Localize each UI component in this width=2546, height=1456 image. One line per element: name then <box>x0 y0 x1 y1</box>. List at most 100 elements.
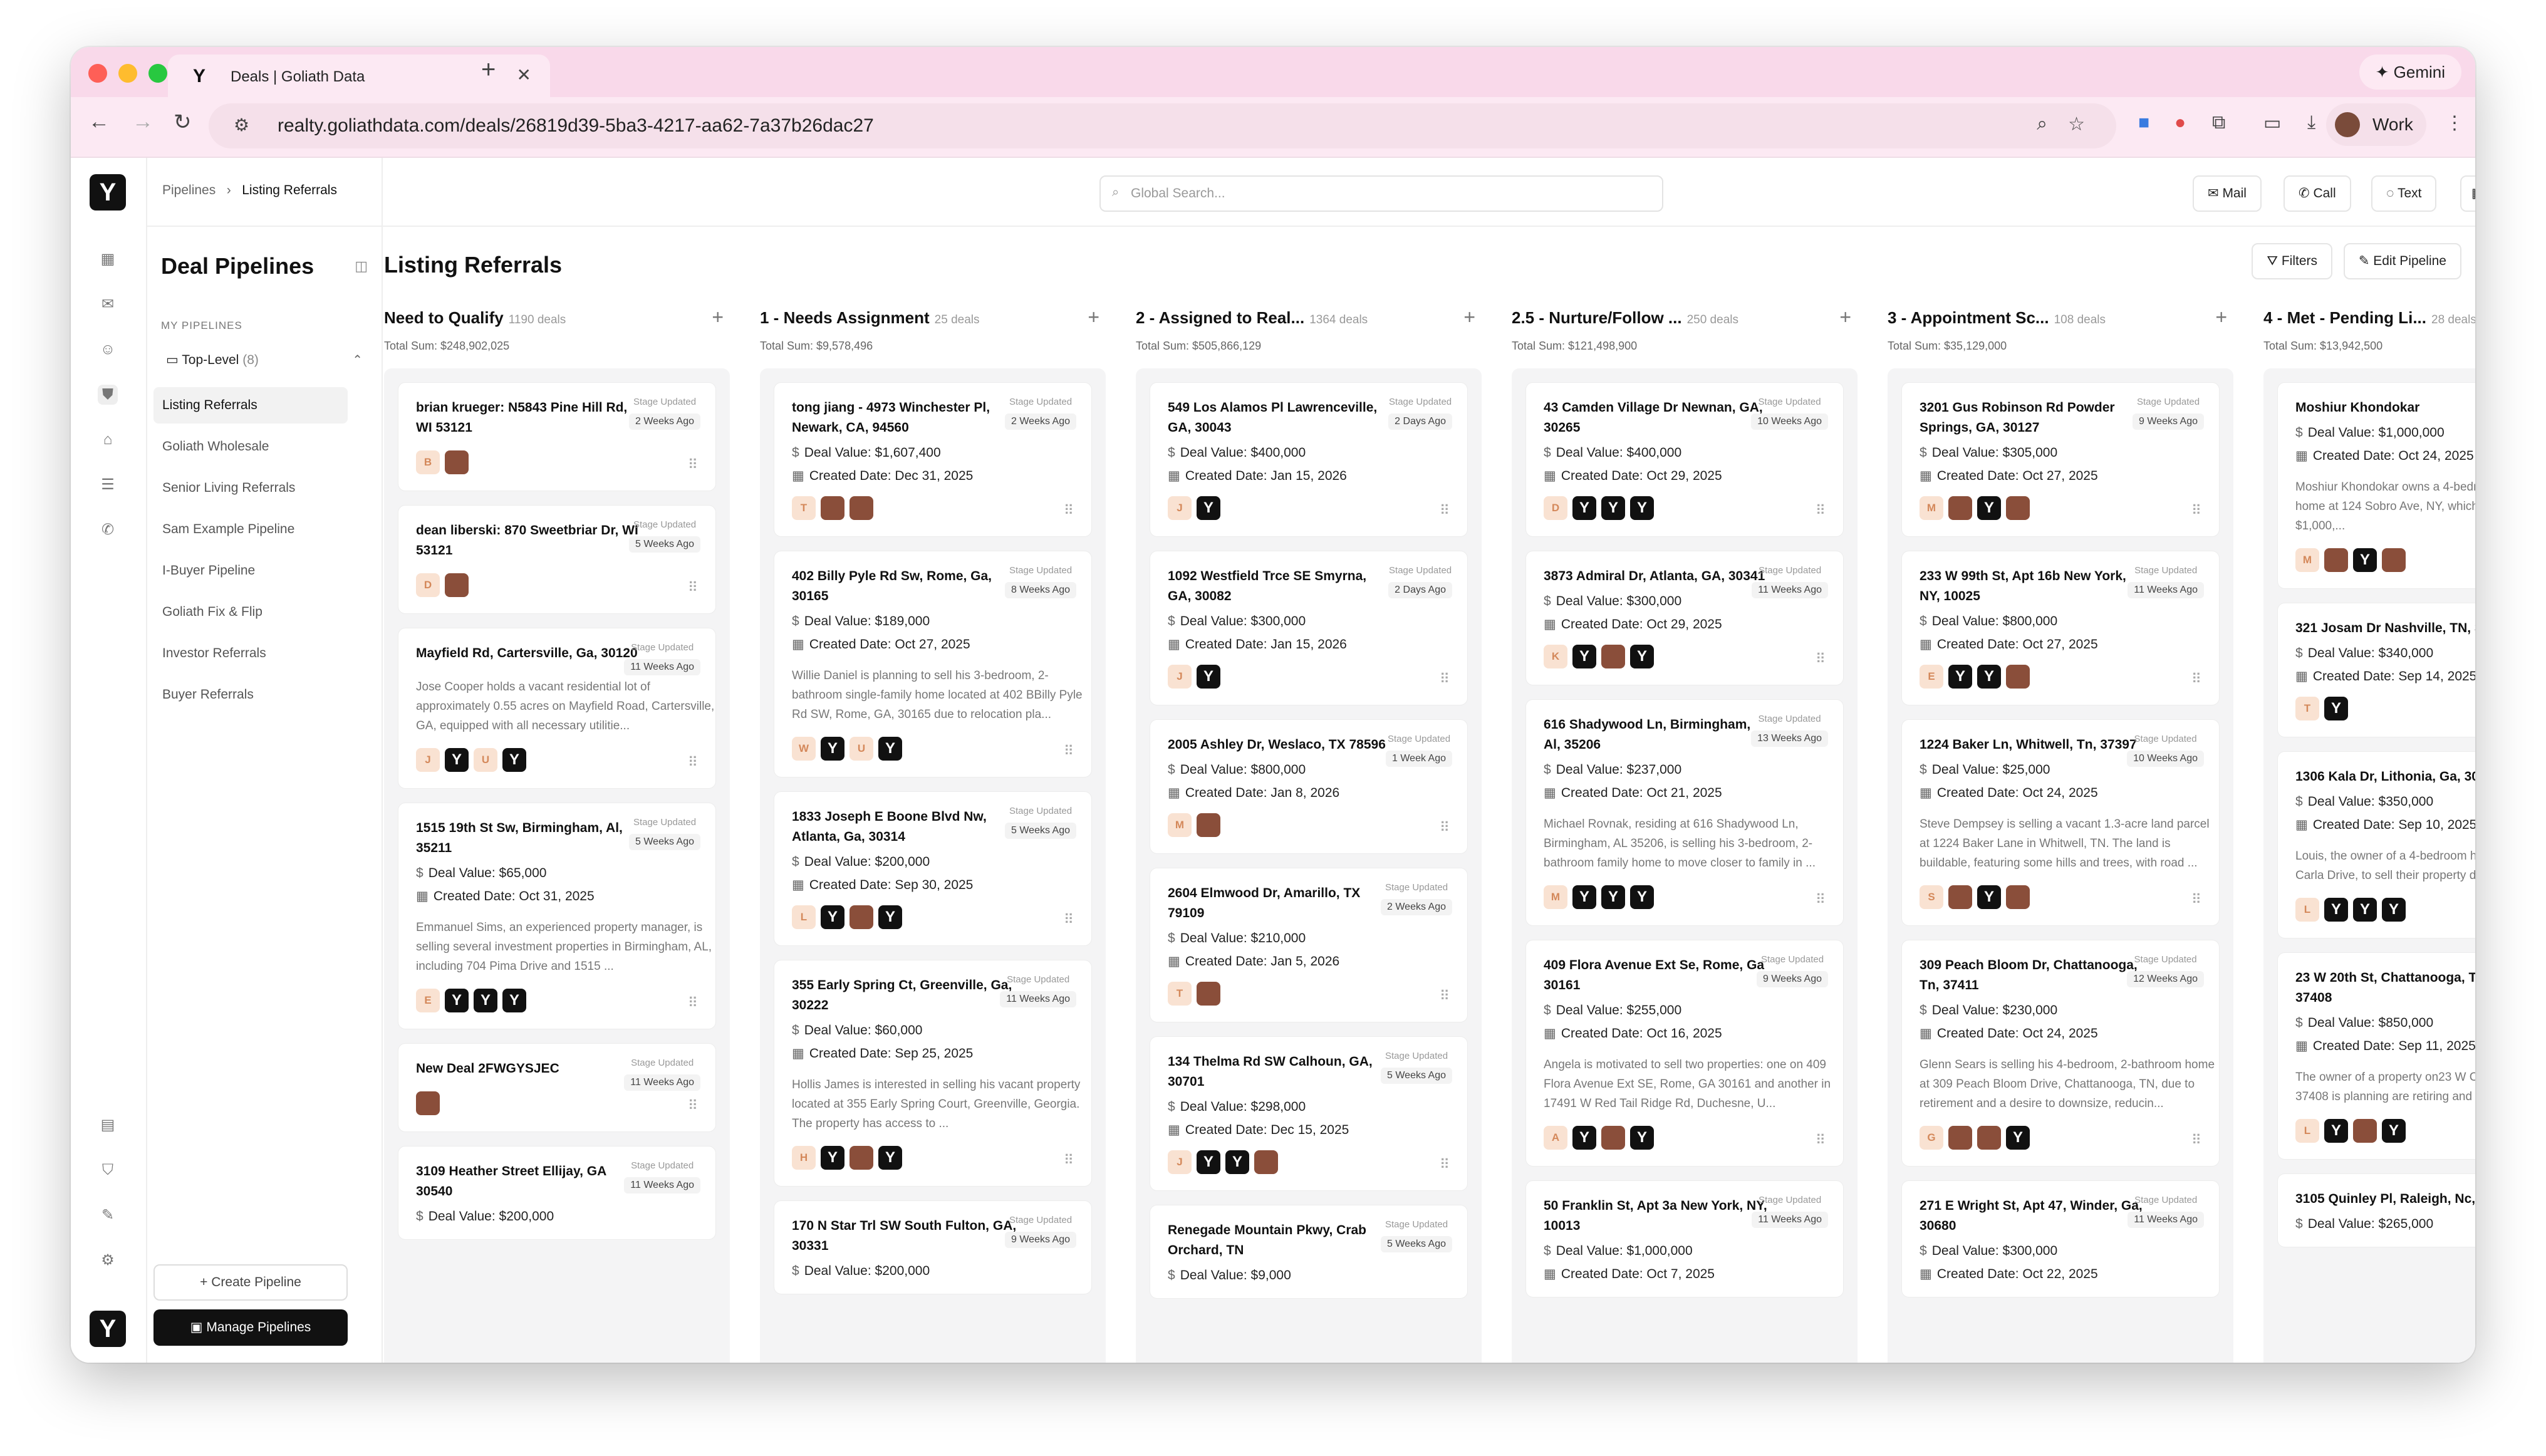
goliath-avatar[interactable]: Y <box>2006 1126 2030 1150</box>
deal-card[interactable]: 1833 Joseph E Boone Blvd Nw, Atlanta, Ga… <box>774 791 1092 946</box>
initial-avatar[interactable]: H <box>792 1146 816 1170</box>
user-photo-avatar[interactable] <box>2006 665 2030 689</box>
goliath-avatar[interactable]: Y <box>1225 1150 1249 1174</box>
deal-card[interactable]: 43 Camden Village Dr Newnan, GA, 30265 St… <box>1525 382 1844 537</box>
sidebar-item-investor-referrals[interactable]: Investor Referrals <box>153 635 348 672</box>
goliath-avatar[interactable]: Y <box>2324 898 2348 922</box>
goliath-avatar[interactable]: Y <box>1197 496 1220 520</box>
initial-avatar[interactable]: T <box>2295 697 2319 720</box>
goliath-avatar[interactable]: Y <box>1572 645 1596 668</box>
goliath-avatar[interactable]: Y <box>2353 548 2377 572</box>
drag-handle-icon[interactable]: ⠿ <box>1816 892 1826 908</box>
add-deal-button[interactable]: + <box>2215 306 2227 329</box>
goliath-logo-icon[interactable]: Y <box>90 1311 126 1347</box>
goliath-avatar[interactable]: Y <box>1977 496 2001 520</box>
deal-card[interactable]: 50 Franklin St, Apt 3a New York, NY, 100… <box>1525 1180 1844 1297</box>
add-deal-button[interactable]: + <box>1839 306 1851 329</box>
sidebar-item-i-buyer[interactable]: I-Buyer Pipeline <box>153 553 348 589</box>
goliath-avatar[interactable]: Y <box>1572 885 1596 909</box>
reload-icon[interactable]: ↻ <box>174 110 192 135</box>
deal-card[interactable]: 402 Billy Pyle Rd Sw, Rome, Ga, 30165 Sta… <box>774 551 1092 777</box>
notes-icon[interactable]: ▤ <box>98 1115 118 1135</box>
deal-card[interactable]: 3105 Quinley Pl, Raleigh, Nc, 27604 $ Deal… <box>2277 1173 2475 1247</box>
add-deal-button[interactable]: + <box>1088 306 1099 329</box>
goliath-avatar[interactable]: Y <box>878 905 902 929</box>
initial-avatar[interactable]: K <box>1544 645 1567 668</box>
goliath-avatar[interactable]: Y <box>1197 1150 1220 1174</box>
forward-icon[interactable]: → <box>132 110 153 134</box>
user-photo-avatar[interactable] <box>821 496 844 520</box>
drag-handle-icon[interactable]: ⠿ <box>1816 502 1826 519</box>
gemini-button[interactable]: ✦ Gemini <box>2359 55 2461 90</box>
initial-avatar[interactable]: J <box>1168 1150 1192 1174</box>
goliath-avatar[interactable]: Y <box>1601 885 1625 909</box>
drag-handle-icon[interactable]: ⠿ <box>688 457 698 473</box>
goliath-avatar[interactable]: Y <box>1630 496 1654 520</box>
extensions-puzzle-icon[interactable]: ⧉ <box>2212 112 2225 133</box>
goliath-avatar[interactable]: Y <box>1572 1126 1596 1150</box>
user-photo-avatar[interactable] <box>1977 1126 2001 1150</box>
download-icon[interactable]: ⤓ <box>2307 112 2315 133</box>
drag-handle-icon[interactable]: ⠿ <box>688 1098 698 1114</box>
user-photo-avatar[interactable] <box>2382 548 2406 572</box>
deal-card[interactable]: 355 Early Spring Ct, Greenville, Ga, 302… <box>774 960 1092 1187</box>
top-level-group[interactable]: ▭ Top-Level (8) <box>166 352 259 368</box>
tools-icon[interactable]: ✎ <box>98 1205 118 1225</box>
chevron-up-icon[interactable]: ⌃ <box>352 352 363 368</box>
new-tab-button[interactable]: + <box>481 56 496 84</box>
breadcrumb-root[interactable]: Pipelines <box>162 183 216 197</box>
add-deal-button[interactable]: + <box>712 306 724 329</box>
goliath-avatar[interactable]: Y <box>2353 898 2377 922</box>
user-photo-avatar[interactable] <box>1254 1150 1278 1174</box>
call-button[interactable]: ✆ Call <box>2284 175 2351 212</box>
initial-avatar[interactable]: M <box>1544 885 1567 909</box>
goliath-avatar[interactable]: Y <box>821 737 844 761</box>
sidebar-item-listing-referrals[interactable]: Listing Referrals <box>153 387 348 424</box>
initial-avatar[interactable]: U <box>474 748 497 772</box>
user-photo-avatar[interactable] <box>1948 496 1972 520</box>
deal-card[interactable]: 321 Josam Dr Nashville, TN, 37211 $ Deal V… <box>2277 603 2475 737</box>
initial-avatar[interactable]: M <box>2295 548 2319 572</box>
deal-card[interactable]: 1306 Kala Dr, Lithonia, Ga, 30058 $ Deal V… <box>2277 751 2475 939</box>
filters-button[interactable]: ⛛ Filters <box>2252 243 2332 279</box>
drag-handle-icon[interactable]: ⠿ <box>1816 651 1826 667</box>
user-photo-avatar[interactable] <box>2006 885 2030 909</box>
mail-button[interactable]: ✉ Mail <box>2193 175 2262 212</box>
goliath-avatar[interactable]: Y <box>1977 885 2001 909</box>
goliath-avatar[interactable]: Y <box>445 989 469 1012</box>
drag-handle-icon[interactable]: ⠿ <box>1440 502 1450 519</box>
drag-handle-icon[interactable]: ⠿ <box>688 580 698 596</box>
site-info-icon[interactable]: ⚙ <box>234 115 249 135</box>
deal-card[interactable]: 409 Flora Avenue Ext Se, Rome, Ga 30161 S… <box>1525 940 1844 1167</box>
deal-card[interactable]: 1224 Baker Ln, Whitwell, Tn, 37397 Stage … <box>1901 719 2220 926</box>
profile-button[interactable]: Work <box>2326 103 2426 146</box>
close-tab-icon[interactable]: ✕ <box>517 65 531 85</box>
user-photo-avatar[interactable] <box>2324 548 2348 572</box>
drag-handle-icon[interactable]: ⠿ <box>1440 819 1450 836</box>
initial-avatar[interactable]: J <box>1168 496 1192 520</box>
goliath-logo-icon[interactable]: Y <box>90 174 126 211</box>
initial-avatar[interactable]: T <box>1168 982 1192 1006</box>
user-photo-avatar[interactable] <box>445 450 469 474</box>
calendar-button[interactable]: ▦ <box>2460 175 2475 212</box>
sidebar-item-goliath-wholesale[interactable]: Goliath Wholesale <box>153 429 348 465</box>
deal-card[interactable]: 549 Los Alamos Pl Lawrenceville, GA, 300… <box>1150 382 1468 537</box>
zoom-window-button[interactable] <box>148 64 167 83</box>
initial-avatar[interactable]: E <box>1920 665 1943 689</box>
drag-handle-icon[interactable]: ⠿ <box>2191 1132 2201 1148</box>
drag-handle-icon[interactable]: ⠿ <box>2191 502 2201 519</box>
user-photo-avatar[interactable] <box>2006 496 2030 520</box>
drag-handle-icon[interactable]: ⠿ <box>1064 502 1074 519</box>
deal-card[interactable]: 1092 Westfield Trce SE Smyrna, GA, 30082… <box>1150 551 1468 705</box>
address-bar[interactable]: ⚙ realty.goliathdata.com/deals/26819d39-… <box>209 103 2116 148</box>
goliath-avatar[interactable]: Y <box>2382 898 2406 922</box>
goliath-avatar[interactable]: Y <box>445 748 469 772</box>
initial-avatar[interactable]: D <box>416 573 440 597</box>
contacts-icon[interactable]: ☺ <box>98 340 118 360</box>
initial-avatar[interactable]: E <box>416 989 440 1012</box>
sidebar-item-sam-example[interactable]: Sam Example Pipeline <box>153 511 348 548</box>
drag-handle-icon[interactable]: ⠿ <box>1440 988 1450 1004</box>
initial-avatar[interactable]: W <box>792 737 816 761</box>
back-icon[interactable]: ← <box>88 110 110 134</box>
initial-avatar[interactable]: D <box>1544 496 1567 520</box>
